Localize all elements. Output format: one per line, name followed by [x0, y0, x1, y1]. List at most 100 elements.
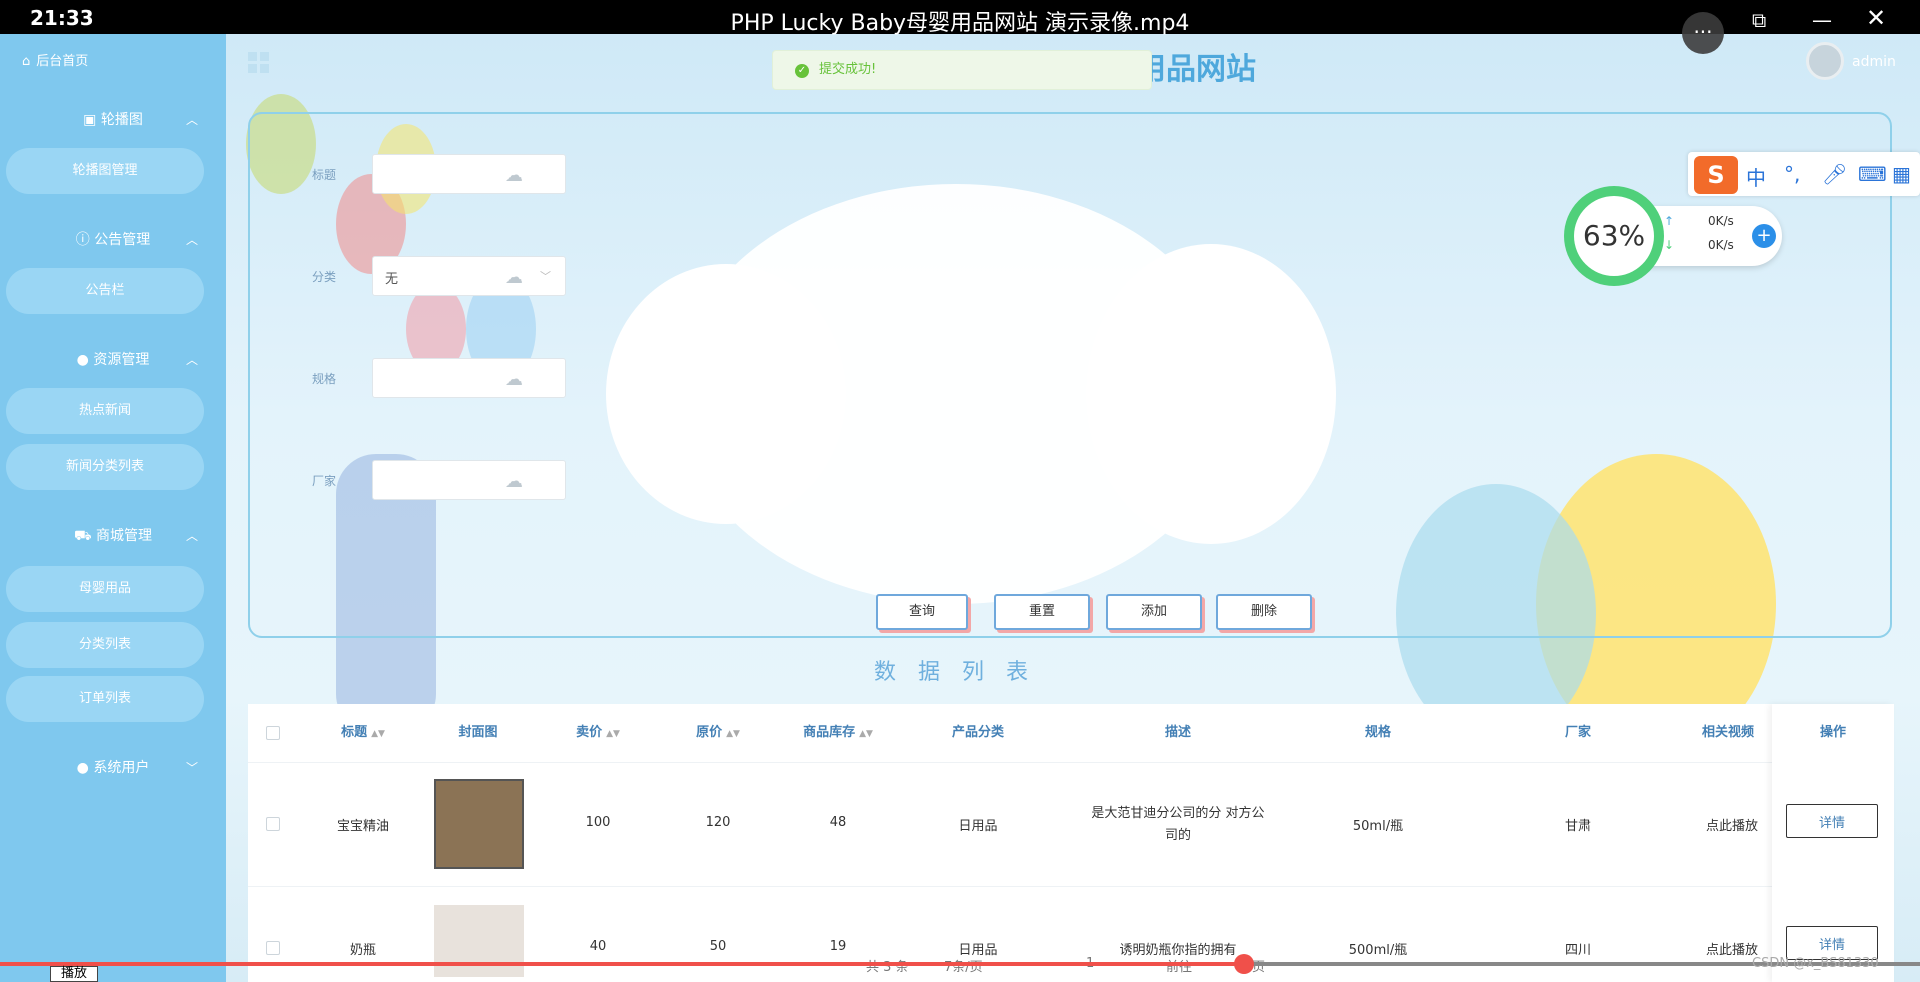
main-area: 婴用品网站 admin ✓ 提交成功! 标题 ☁ 分类 无 ☁ ﹀ 规格 ☁ 厂家 ☁…	[226, 34, 1920, 982]
plus-icon[interactable]: +	[1752, 224, 1776, 248]
keyboard-icon[interactable]: ⌨	[1858, 162, 1887, 186]
cell-orig-price: 50	[709, 939, 727, 954]
row-checkbox[interactable]	[266, 817, 280, 831]
cloud-icon: ☁	[505, 471, 523, 492]
sidebar-item-notice-bar[interactable]: 公告栏	[6, 268, 204, 314]
col-cover-header: 封面图	[458, 725, 498, 740]
cart-icon: ⛟	[73, 528, 97, 544]
sort-icon[interactable]: ▲▼	[371, 729, 385, 739]
download-speed: 0K/s	[1708, 238, 1734, 252]
success-toast: ✓ 提交成功!	[772, 50, 1152, 90]
memory-percent: 63%	[1574, 196, 1654, 276]
row-checkbox[interactable]	[266, 941, 280, 955]
cell-stock: 48	[829, 815, 847, 830]
apps-grid-icon[interactable]: ▦	[1892, 162, 1911, 186]
title-input[interactable]: ☁	[372, 154, 566, 194]
sidebar-item-order-list[interactable]: 订单列表	[6, 676, 204, 722]
play-video-link[interactable]: 点此播放	[1678, 815, 1772, 834]
user-icon: ●	[76, 760, 94, 776]
col-orig-price-header[interactable]: 原价 ▲▼	[658, 704, 778, 762]
chevron-up-icon: ︿	[185, 233, 198, 247]
sort-icon[interactable]: ▲▼	[606, 729, 620, 739]
arrow-down-icon: ↓	[1664, 238, 1675, 252]
cloud-icon: ☁	[505, 267, 523, 288]
arrow-up-icon: ↑	[1664, 214, 1675, 228]
chevron-down-icon: ﹀	[540, 270, 551, 283]
query-button[interactable]: 查询	[876, 594, 968, 630]
memory-ring[interactable]: 63%	[1564, 186, 1664, 286]
cell-title: 宝宝精油	[336, 819, 389, 834]
detail-button[interactable]: 详情	[1786, 926, 1878, 960]
toast-text: 提交成功!	[819, 62, 877, 77]
category-select[interactable]: 无 ☁ ﹀	[372, 256, 566, 296]
microphone-icon[interactable]: 🎤︎	[1822, 162, 1847, 186]
close-icon[interactable]: ✕	[1866, 4, 1886, 32]
cloud-icon: ☁	[505, 369, 523, 390]
sort-icon[interactable]: ▲▼	[859, 729, 873, 739]
sidebar-item-news-category[interactable]: 新闻分类列表	[6, 444, 204, 490]
reset-button[interactable]: 重置	[994, 594, 1090, 630]
video-title: PHP Lucky Baby母婴用品网站 演示录像.mp4	[730, 11, 1190, 36]
ime-punct-toggle[interactable]: °,	[1784, 162, 1800, 186]
upload-speed: 0K/s	[1708, 214, 1734, 228]
sidebar-group-shop[interactable]: ⛟ 商城管理 ︿	[0, 524, 226, 548]
spec-label: 规格	[312, 372, 337, 386]
sidebar-group-banner[interactable]: ▣ 轮播图 ︿	[0, 108, 226, 132]
video-progress-bar[interactable]	[0, 954, 1920, 974]
home-icon: ⌂	[22, 54, 31, 69]
cell-maker: 四川	[1564, 943, 1591, 958]
cell-spec: 50ml/瓶	[1352, 819, 1404, 834]
col-price-header[interactable]: 卖价 ▲▼	[538, 704, 658, 762]
sidebar-group-resource[interactable]: ● 资源管理 ︿	[0, 348, 226, 372]
col-stock-header[interactable]: 商品库存 ▲▼	[778, 704, 898, 762]
avatar[interactable]	[1806, 42, 1844, 80]
cover-image	[434, 779, 524, 869]
delete-button[interactable]: 删除	[1216, 594, 1312, 630]
username[interactable]: admin	[1852, 54, 1896, 70]
cell-stock: 19	[829, 939, 847, 954]
cell-price: 40	[589, 939, 607, 954]
table-row: 奶瓶 40 50 19 日用品 诱明奶瓶你指的拥有 500ml/瓶 四川 点此播…	[248, 886, 1894, 982]
minimize-icon[interactable]: —	[1812, 8, 1832, 32]
net-speed-box: ↑ 0K/s ↓ 0K/s +	[1648, 206, 1782, 266]
chevron-up-icon: ︿	[185, 529, 198, 543]
col-title-header[interactable]: 标题 ▲▼	[308, 704, 418, 762]
table-row: 宝宝精油 100 120 48 日用品 是大范甘迪分公司的分 对方公司的 50m…	[248, 762, 1894, 886]
spec-input[interactable]: ☁	[372, 358, 566, 398]
sidebar-group-sysuser[interactable]: ● 系统用户 ﹀	[0, 756, 226, 780]
menu-grid-icon[interactable]	[248, 52, 270, 74]
sidebar-item-hot-news[interactable]: 热点新闻	[6, 388, 204, 434]
maker-input[interactable]: ☁	[372, 460, 566, 500]
sidebar-item-banner-manage[interactable]: 轮播图管理	[6, 148, 204, 194]
cell-spec: 500ml/瓶	[1348, 943, 1408, 958]
bulb-icon: ●	[76, 352, 94, 368]
col-category-header: 产品分类	[951, 725, 1004, 740]
cell-desc: 是大范甘迪分公司的分 对方公司的	[1091, 806, 1265, 843]
more-options-icon[interactable]: ···	[1682, 12, 1724, 54]
detail-button[interactable]: 详情	[1786, 804, 1878, 838]
col-video-header: 相关视频	[1702, 725, 1755, 740]
cell-maker: 甘肃	[1564, 819, 1591, 834]
sidebar: ⌂ 后台首页 ▣ 轮播图 ︿ 轮播图管理 ⓘ 公告管理 ︿ 公告栏 ● 资源管理 ︿ 热…	[0, 34, 226, 982]
image-icon: ▣	[83, 112, 101, 128]
select-all-checkbox[interactable]	[266, 726, 280, 740]
sidebar-item-home[interactable]: ⌂ 后台首页	[22, 50, 88, 69]
progress-fill	[0, 962, 1245, 966]
video-top-bar: 21:33 PHP Lucky Baby母婴用品网站 演示录像.mp4 ··· …	[0, 0, 1920, 54]
title-label: 标题	[312, 168, 337, 182]
cover-image	[434, 905, 524, 977]
sort-icon[interactable]: ▲▼	[726, 729, 740, 739]
play-button[interactable]: 播放	[50, 966, 98, 982]
chevron-up-icon: ︿	[185, 353, 198, 367]
sidebar-item-category-list[interactable]: 分类列表	[6, 622, 204, 668]
mini-window-icon[interactable]: ⧉	[1752, 8, 1766, 32]
sidebar-item-baby-products[interactable]: 母婴用品	[6, 566, 204, 612]
network-monitor: ↑ 0K/s ↓ 0K/s + 63%	[1564, 186, 1782, 286]
chevron-down-icon: ﹀	[185, 761, 198, 775]
data-table: 标题 ▲▼ 封面图 卖价 ▲▼ 原价 ▲▼ 商品库存 ▲▼ 产品分类 描述 规格 厂家 …	[248, 704, 1894, 982]
sidebar-group-notice[interactable]: ⓘ 公告管理 ︿	[0, 228, 226, 252]
check-icon: ✓	[795, 64, 809, 78]
op-column: 操作 详情 详情	[1772, 704, 1894, 982]
add-button[interactable]: 添加	[1106, 594, 1202, 630]
maker-label: 厂家	[312, 474, 337, 488]
